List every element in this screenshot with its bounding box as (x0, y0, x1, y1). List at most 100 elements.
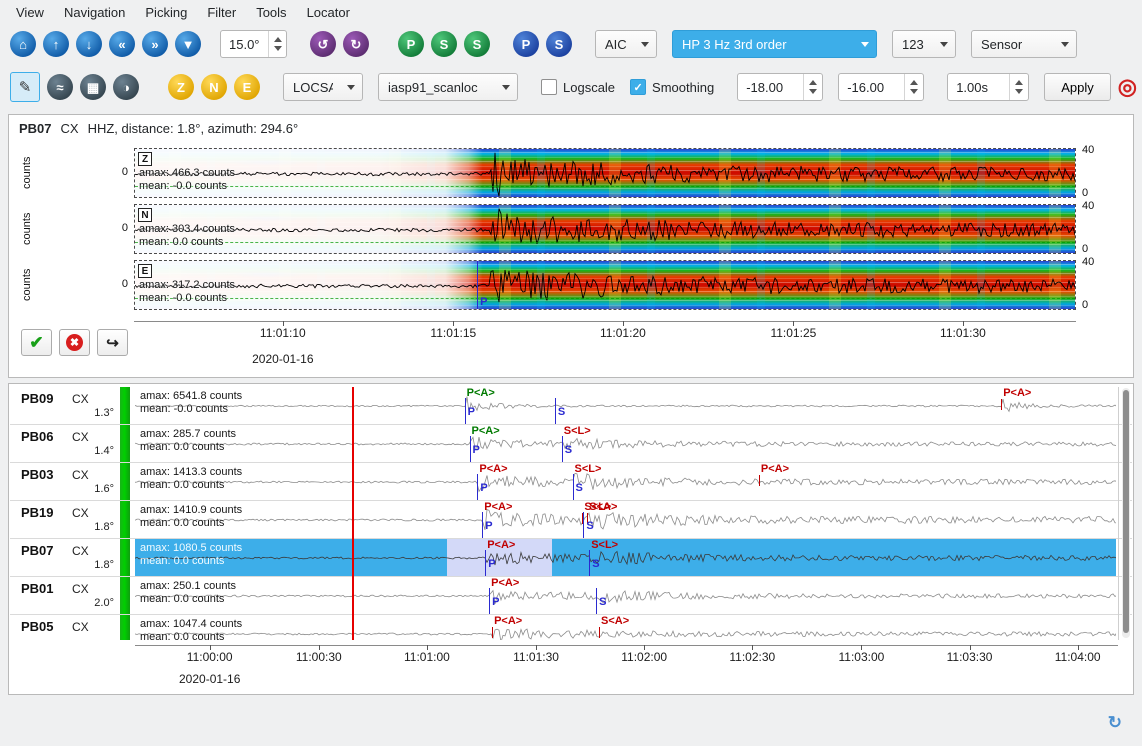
max-amplitude-spinbox[interactable]: -16.00 (838, 73, 924, 101)
align-phase-button[interactable]: ▼ (175, 31, 201, 57)
time-window-spinbox[interactable]: 1.00s (947, 73, 1029, 101)
station-trace[interactable]: amax: 285.7 countsmean: 0.0 countsP<A>S<… (135, 425, 1116, 462)
main-trace-Z[interactable]: Zamax: 466.3 countsmean: -0.0 counts (134, 148, 1076, 198)
rotate-left-button[interactable]: ↺ (310, 31, 336, 57)
next-station-button[interactable]: ↪ (97, 329, 128, 356)
picker-window: View Navigation Picking Filter Tools Loc… (0, 0, 1142, 746)
station-row-PB09[interactable]: PB09CX1.3°amax: 6541.8 countsmean: -0.0 … (10, 387, 1132, 425)
confirm-pick-button[interactable]: ✔ (21, 329, 52, 356)
reset-view-button[interactable]: ⌂ (10, 31, 36, 57)
n-component-icon: N (209, 81, 218, 94)
mean-label: mean: 0.0 counts (140, 517, 224, 529)
smoothing-checkbox[interactable]: Smoothing (630, 79, 714, 95)
station-code: PB05 (21, 619, 54, 634)
pick-tool-button[interactable]: ✎ (10, 72, 40, 102)
next-marker-button[interactable]: » (142, 31, 168, 57)
rotation-angle-spinbox[interactable]: 15.0° (220, 30, 287, 58)
menu-tools[interactable]: Tools (246, 2, 296, 23)
amax-label: amax: 6541.8 counts (140, 390, 242, 402)
picker-algorithm-combo[interactable]: AIC (595, 30, 657, 58)
station-trace[interactable]: amax: 250.1 countsmean: 0.0 countsP<A>PS (135, 577, 1116, 614)
arrow-up-icon: ↑ (53, 38, 60, 51)
mean-label: mean: -0.0 counts (140, 403, 228, 415)
time-axis-line (134, 321, 1076, 322)
main-trace-N[interactable]: Namax: 303.4 countsmean: 0.0 counts (134, 204, 1076, 254)
filter-combo[interactable]: HP 3 Hz 3rd order (672, 30, 877, 58)
locator-combo[interactable]: LOCSAT (283, 73, 363, 101)
reject-pick-button[interactable]: ✖ (59, 329, 90, 356)
menu-view[interactable]: View (6, 2, 54, 23)
refresh-icon[interactable]: ↻ (1108, 713, 1122, 733)
mean-label: mean: 0.0 counts (140, 593, 224, 605)
mean-label: mean: -0.0 counts (139, 180, 227, 192)
marker-label: S (576, 482, 583, 494)
station-row-PB07[interactable]: PB07CX1.8°amax: 1080.5 countsmean: 0.0 c… (10, 539, 1132, 577)
station-row-PB19[interactable]: PB19CX1.8°amax: 1410.9 countsmean: 0.0 c… (10, 501, 1132, 539)
station-row-PB01[interactable]: PB01CX2.0°amax: 250.1 countsmean: 0.0 co… (10, 577, 1132, 615)
amax-label: amax: 466.3 counts (139, 167, 235, 179)
pick-p-button[interactable]: P (398, 31, 424, 57)
checkbox-unchecked-icon (541, 79, 557, 95)
spinbox-arrows[interactable] (268, 31, 287, 57)
scrollbar-handle[interactable] (1123, 390, 1129, 633)
component-z-button[interactable]: Z (168, 74, 194, 100)
y-right-min: 0 (1082, 243, 1106, 255)
menu-locator[interactable]: Locator (297, 2, 360, 23)
time-mode-button[interactable]: ◑ (113, 74, 139, 100)
menu-navigation[interactable]: Navigation (54, 2, 135, 23)
apply-button[interactable]: Apply (1044, 73, 1111, 101)
amplitude-zoom-in-button[interactable]: ↑ (43, 31, 69, 57)
marker-line (583, 512, 584, 538)
spectrogram-mode-button[interactable]: ▦ (80, 74, 106, 100)
spinbox-arrows[interactable] (904, 74, 923, 100)
phase-p-button[interactable]: P (513, 31, 539, 57)
grid-icon: ▦ (87, 81, 99, 94)
amplitude-zoom-out-button[interactable]: ↓ (76, 31, 102, 57)
min-amplitude-spinbox[interactable]: -18.00 (737, 73, 823, 101)
pick-s2-button[interactable]: S (464, 31, 490, 57)
network-code: CX (72, 468, 89, 482)
station-trace[interactable]: amax: 1047.4 countsmean: 0.0 countsP<A>S… (135, 615, 1116, 640)
spinbox-arrows[interactable] (1009, 74, 1028, 100)
header-station: PB07 (19, 121, 52, 136)
menu-picking[interactable]: Picking (135, 2, 197, 23)
marker-label: P<A> (761, 463, 789, 475)
main-trace-E[interactable]: Eamax: 317.2 countsmean: -0.0 countsP (134, 260, 1076, 310)
waveform (135, 501, 1116, 538)
previous-marker-button[interactable]: « (109, 31, 135, 57)
mean-label: mean: 0.0 counts (140, 631, 224, 640)
component-e-button[interactable]: E (234, 74, 260, 100)
rotation-combo[interactable]: 123 (892, 30, 956, 58)
rotate-right-button[interactable]: ↻ (343, 31, 369, 57)
station-trace[interactable]: amax: 1410.9 countsmean: 0.0 countsP<A>S… (135, 501, 1116, 538)
waveform (135, 205, 1076, 254)
relocate-target-icon[interactable]: ◎ (1118, 76, 1137, 98)
mean-label: mean: 0.0 counts (140, 479, 224, 491)
pick-s-button[interactable]: S (431, 31, 457, 57)
phase-s-button[interactable]: S (546, 31, 572, 57)
station-row-PB05[interactable]: PB05CXamax: 1047.4 countsmean: 0.0 count… (10, 615, 1132, 640)
station-row-PB06[interactable]: PB06CX1.4°amax: 285.7 countsmean: 0.0 co… (10, 425, 1132, 463)
component-n-button[interactable]: N (201, 74, 227, 100)
time-tick-label: 11:03:30 (935, 650, 1005, 664)
waveform-icon: ≈ (56, 81, 63, 94)
spinbox-arrows[interactable] (803, 74, 822, 100)
station-trace[interactable]: amax: 1080.5 countsmean: 0.0 countsP<A>S… (135, 539, 1116, 576)
station-trace[interactable]: amax: 6541.8 countsmean: -0.0 countsP<A>… (135, 387, 1116, 424)
menu-filter[interactable]: Filter (197, 2, 246, 23)
unit-combo[interactable]: Sensor (971, 30, 1077, 58)
waveform-mode-button[interactable]: ≈ (47, 74, 73, 100)
waveform (135, 425, 1116, 462)
amax-label: amax: 1080.5 counts (140, 542, 242, 554)
vertical-scrollbar[interactable] (1122, 388, 1130, 638)
logscale-checkbox[interactable]: Logscale (541, 79, 615, 95)
availability-bar (120, 387, 130, 424)
station-trace[interactable]: amax: 1413.3 countsmean: 0.0 countsP<A>S… (135, 463, 1116, 500)
profile-combo[interactable]: iasp91_scanloc (378, 73, 518, 101)
marker-label: P (473, 444, 480, 456)
e-component-icon: E (243, 81, 252, 94)
mean-label: mean: -0.0 counts (139, 292, 227, 304)
station-row-PB03[interactable]: PB03CX1.6°amax: 1413.3 countsmean: 0.0 c… (10, 463, 1132, 501)
distance-label: 2.0° (74, 597, 114, 609)
logscale-label: Logscale (563, 80, 615, 95)
